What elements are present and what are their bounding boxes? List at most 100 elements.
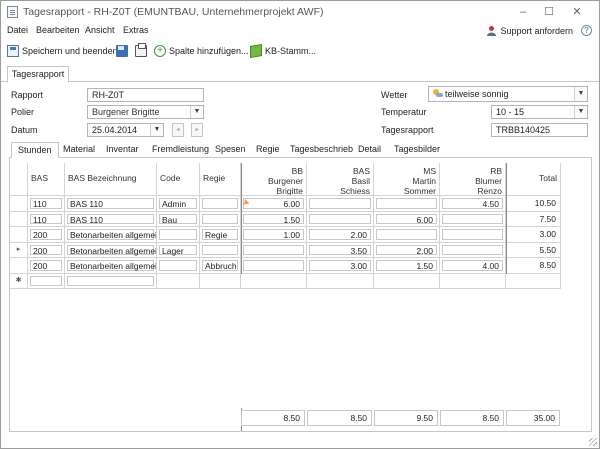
datum-date-picker[interactable]: 25.04.2014 ▼ bbox=[87, 123, 164, 137]
cell-bez[interactable]: BAS 110 bbox=[65, 211, 157, 227]
cell-code[interactable] bbox=[157, 258, 200, 274]
col-header-bas-bezeichnung[interactable]: BAS Bezeichnung bbox=[65, 163, 157, 196]
row-indicator[interactable] bbox=[10, 258, 28, 274]
cell-code[interactable] bbox=[157, 273, 200, 289]
tab-fremdleistung[interactable]: Fremdleistung bbox=[152, 144, 209, 154]
wetter-dropdown[interactable]: teilweise sonnig ▼ bbox=[428, 86, 588, 102]
cell-bas[interactable]: 200 bbox=[28, 258, 65, 274]
tab-spesen[interactable]: Spesen bbox=[215, 144, 246, 154]
cell-bez[interactable] bbox=[65, 273, 157, 289]
add-column-button[interactable]: + Spalte hinzufügen... bbox=[154, 43, 249, 59]
cell-p3[interactable]: 2.00 bbox=[374, 242, 440, 258]
cell-regie[interactable] bbox=[200, 196, 241, 212]
cell-regie[interactable] bbox=[200, 211, 241, 227]
cell-input[interactable] bbox=[30, 275, 62, 286]
cell-code[interactable]: Bau bbox=[157, 211, 200, 227]
cell-bas[interactable]: 110 bbox=[28, 196, 65, 212]
cell-regie[interactable]: Regie bbox=[200, 227, 241, 243]
temperatur-dropdown[interactable]: 10 - 15 ▼ bbox=[491, 105, 588, 119]
cell-p2[interactable] bbox=[307, 273, 374, 289]
cell-total[interactable]: 10.50 bbox=[506, 196, 561, 212]
cell-p2[interactable]: 2.00 bbox=[307, 227, 374, 243]
col-header-regie[interactable]: Regie bbox=[200, 163, 241, 196]
tab-stunden[interactable]: Stunden bbox=[11, 142, 59, 158]
cell-p3[interactable]: 6.00 bbox=[374, 211, 440, 227]
menu-ansicht[interactable]: Ansicht bbox=[85, 25, 115, 35]
cell-regie[interactable] bbox=[200, 273, 241, 289]
cell-p4[interactable] bbox=[440, 227, 506, 243]
cell-p3[interactable] bbox=[374, 196, 440, 212]
date-previous-button[interactable]: ◂ bbox=[172, 123, 184, 137]
cell-p1[interactable]: 1.50 bbox=[241, 211, 307, 227]
tab-tagesbilder[interactable]: Tagesbilder bbox=[394, 144, 440, 154]
date-next-button[interactable]: ▸ bbox=[191, 123, 203, 137]
cell-total[interactable]: 7.50 bbox=[506, 211, 561, 227]
minimize-button[interactable]: – bbox=[512, 4, 534, 20]
menu-bearbeiten[interactable]: Bearbeiten bbox=[36, 25, 80, 35]
col-header-bas[interactable]: BAS bbox=[28, 163, 65, 196]
cell-p1[interactable] bbox=[241, 258, 307, 274]
kb-stamm-button[interactable]: KB-Stamm... bbox=[250, 43, 316, 59]
cell-bez[interactable]: BAS 110 bbox=[65, 196, 157, 212]
cell-p1[interactable] bbox=[241, 273, 307, 289]
cell-bez[interactable]: Betonarbeiten allgemein bbox=[65, 258, 157, 274]
col-header-person-bb[interactable]: BB Burgener Brigitte bbox=[241, 163, 307, 196]
support-request-button[interactable]: Support anfordern bbox=[486, 25, 573, 36]
cell-p2[interactable]: 3.50 bbox=[307, 242, 374, 258]
cell-p2[interactable] bbox=[307, 211, 374, 227]
cell-total[interactable]: 8.50 bbox=[506, 258, 561, 274]
cell-p3[interactable]: 1.50 bbox=[374, 258, 440, 274]
col-header-person-ms[interactable]: MS Martin Sommer bbox=[374, 163, 440, 196]
cell-bez[interactable]: Betonarbeiten allgemein bbox=[65, 227, 157, 243]
cell-p1[interactable]: 6.00 bbox=[241, 196, 307, 212]
cell-total[interactable]: 3.00 bbox=[506, 227, 561, 243]
row-indicator[interactable]: ▸ bbox=[10, 242, 28, 258]
cell-total[interactable]: 5.50 bbox=[506, 242, 561, 258]
rapport-field[interactable]: RH-Z0T bbox=[87, 88, 204, 102]
cell-p4[interactable] bbox=[440, 273, 506, 289]
cell-input[interactable] bbox=[67, 275, 154, 286]
resize-grip-icon[interactable] bbox=[589, 438, 597, 446]
cell-bas[interactable]: 110 bbox=[28, 211, 65, 227]
tab-tagesrapport[interactable]: Tagesrapport bbox=[7, 66, 69, 83]
cell-code[interactable]: Admin bbox=[157, 196, 200, 212]
cell-regie[interactable]: Abbruch bbox=[200, 258, 241, 274]
close-button[interactable]: ✕ bbox=[566, 4, 588, 20]
tab-regie[interactable]: Regie bbox=[256, 144, 280, 154]
cell-bez[interactable]: Betonarbeiten allgemein bbox=[65, 242, 157, 258]
cell-p1[interactable]: 1.00 bbox=[241, 227, 307, 243]
cell-code[interactable] bbox=[157, 227, 200, 243]
help-icon[interactable]: ? bbox=[581, 25, 592, 36]
tab-tagesbeschrieb[interactable]: Tagesbeschrieb bbox=[290, 144, 353, 154]
cell-p3[interactable] bbox=[374, 273, 440, 289]
cell-p3[interactable] bbox=[374, 227, 440, 243]
cell-bas[interactable]: 200 bbox=[28, 227, 65, 243]
row-indicator[interactable] bbox=[10, 211, 28, 227]
cell-total[interactable] bbox=[506, 273, 561, 289]
cell-regie[interactable] bbox=[200, 242, 241, 258]
menu-extras[interactable]: Extras bbox=[123, 25, 149, 35]
tab-material[interactable]: Material bbox=[63, 144, 95, 154]
new-row-indicator[interactable]: ✱ bbox=[10, 273, 28, 289]
cell-bas[interactable]: 200 bbox=[28, 242, 65, 258]
row-indicator[interactable] bbox=[10, 227, 28, 243]
cell-p1[interactable] bbox=[241, 242, 307, 258]
cell-p4[interactable]: 4.00 bbox=[440, 258, 506, 274]
cell-code[interactable]: Lager bbox=[157, 242, 200, 258]
cell-p4[interactable]: 4.50 bbox=[440, 196, 506, 212]
cell-p4[interactable] bbox=[440, 211, 506, 227]
save-button[interactable] bbox=[116, 43, 128, 59]
tab-detail[interactable]: Detail bbox=[358, 144, 381, 154]
polier-dropdown[interactable]: Burgener Brigitte ▼ bbox=[87, 105, 204, 119]
cell-p2[interactable] bbox=[307, 196, 374, 212]
col-header-person-bas[interactable]: BAS Basil Schiess bbox=[307, 163, 374, 196]
menu-datei[interactable]: Datei bbox=[7, 25, 28, 35]
print-button[interactable] bbox=[135, 43, 147, 59]
col-header-total[interactable]: Total bbox=[506, 163, 561, 196]
tab-inventar[interactable]: Inventar bbox=[106, 144, 139, 154]
col-header-code[interactable]: Code bbox=[157, 163, 200, 196]
cell-bas[interactable] bbox=[28, 273, 65, 289]
tagesrapport-field[interactable]: TRBB140425 bbox=[491, 123, 588, 137]
cell-p2[interactable]: 3.00 bbox=[307, 258, 374, 274]
col-header-person-rb[interactable]: RB Blumer Renzo bbox=[440, 163, 506, 196]
